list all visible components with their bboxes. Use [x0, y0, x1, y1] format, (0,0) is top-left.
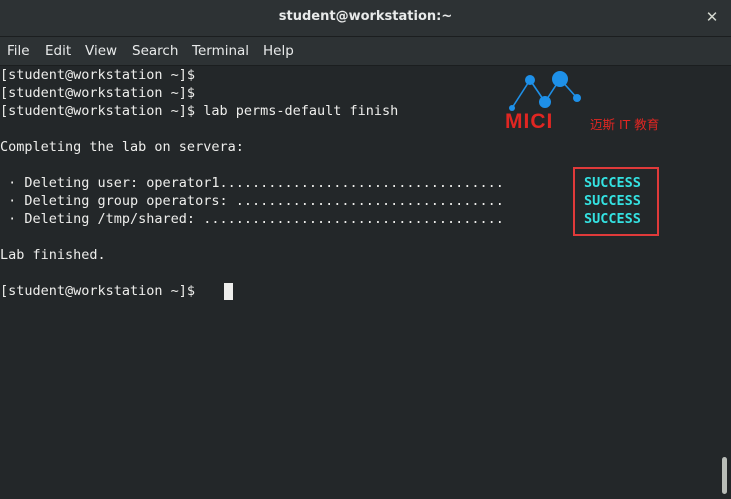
mici-logo: MICI 迈斯 IT 教育	[500, 68, 680, 133]
terminal-line: · Deleting user: operator1..............…	[0, 175, 504, 191]
window-title: student@workstation:~	[278, 9, 453, 24]
terminal-line: Completing the lab on servera:	[0, 139, 244, 155]
title-bar[interactable]: student@workstation:~ ✕	[0, 0, 731, 37]
terminal-prompt: [student@workstation ~]$	[0, 283, 196, 299]
menu-help[interactable]: Help	[263, 43, 294, 59]
menu-view[interactable]: View	[85, 43, 117, 59]
terminal-line: [student@workstation ~]$ lab perms-defau…	[0, 103, 399, 119]
success-highlight-box	[573, 167, 659, 236]
scrollbar-thumb[interactable]	[722, 457, 727, 494]
terminal-line: [student@workstation ~]$	[0, 67, 196, 83]
terminal-line: Lab finished.	[0, 247, 106, 263]
terminal-line: · Deleting /tmp/shared: ................…	[0, 211, 504, 227]
menu-file[interactable]: File	[7, 43, 30, 59]
logo-subtext: 迈斯 IT 教育	[590, 117, 660, 132]
scrollbar[interactable]	[718, 66, 731, 499]
menu-edit[interactable]: Edit	[45, 43, 71, 59]
terminal-line: · Deleting group operators: ............…	[0, 193, 504, 209]
text-cursor	[224, 283, 233, 300]
menu-search[interactable]: Search	[132, 43, 178, 59]
close-icon[interactable]: ✕	[703, 8, 721, 26]
terminal-window: student@workstation:~ ✕ File Edit View S…	[0, 0, 731, 499]
terminal-line: [student@workstation ~]$	[0, 85, 196, 101]
logo-wordmark: MICI	[505, 110, 554, 133]
menu-terminal[interactable]: Terminal	[192, 43, 249, 59]
menu-bar: File Edit View Search Terminal Help	[0, 37, 731, 66]
